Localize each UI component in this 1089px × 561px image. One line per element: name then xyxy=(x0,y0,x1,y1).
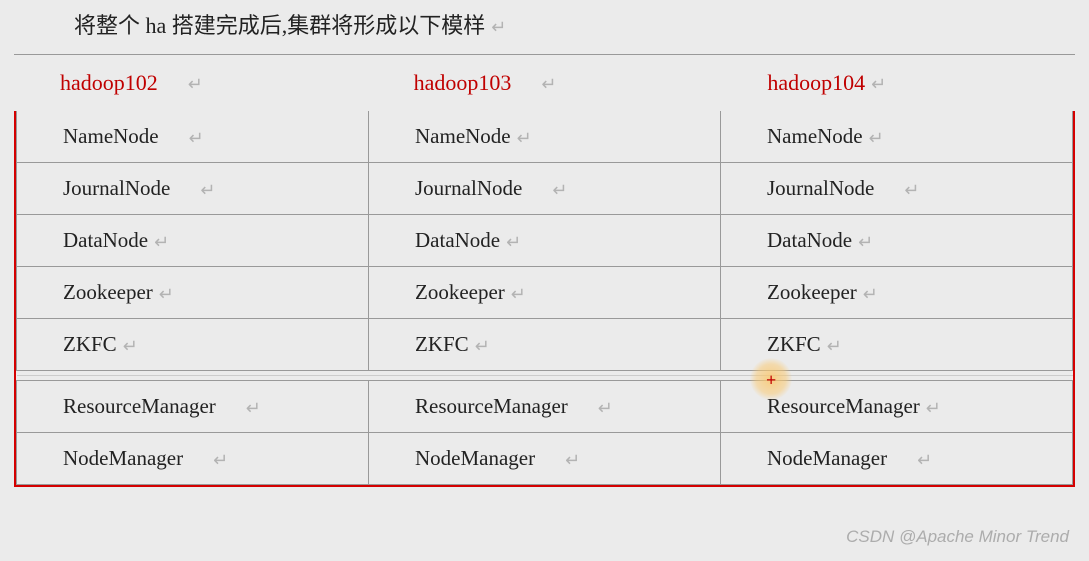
return-glyph: ↵ xyxy=(552,180,567,201)
table-row: ZKFC↵ ZKFC↵ ZKFC↵ xyxy=(17,319,1073,371)
header-cell-hadoop102: hadoop102↵ xyxy=(14,55,368,111)
return-glyph: ↵ xyxy=(541,74,556,95)
cell-journalnode-102: JournalNode↵ xyxy=(17,163,369,215)
return-glyph: ↵ xyxy=(863,284,878,305)
cell-resourcemanager-103: ResourceManager↵ xyxy=(369,381,721,433)
header-row: hadoop102↵ hadoop103↵ hadoop104↵ xyxy=(14,55,1075,111)
cell-zkfc-102: ZKFC↵ xyxy=(17,319,369,371)
cell-namenode-102: NameNode↵ xyxy=(17,111,369,163)
table-row: DataNode↵ DataNode↵ DataNode↵ xyxy=(17,215,1073,267)
return-glyph: ↵ xyxy=(858,232,873,253)
return-glyph: ↵ xyxy=(598,398,613,419)
return-glyph: ↵ xyxy=(517,128,532,149)
return-glyph: ↵ xyxy=(511,284,526,305)
return-glyph: ↵ xyxy=(869,128,884,149)
return-glyph: ↵ xyxy=(827,336,842,357)
return-glyph: ↵ xyxy=(213,450,228,471)
cell-datanode-103: DataNode↵ xyxy=(369,215,721,267)
return-glyph: ↵ xyxy=(491,17,506,38)
cell-namenode-104: NameNode↵ xyxy=(721,111,1073,163)
return-glyph: ↵ xyxy=(246,398,261,419)
header-cell-hadoop104: hadoop104↵ xyxy=(721,55,1075,111)
return-glyph: ↵ xyxy=(917,450,932,471)
cluster-table: NameNode↵ NameNode↵ NameNode↵ JournalNod… xyxy=(16,111,1073,485)
cursor-plus-icon: + xyxy=(766,370,776,391)
header-cell-hadoop103: hadoop103↵ xyxy=(368,55,722,111)
cell-nodemanager-104: NodeManager↵ xyxy=(721,433,1073,485)
cell-datanode-104: DataNode↵ xyxy=(721,215,1073,267)
cluster-header-table: hadoop102↵ hadoop103↵ hadoop104↵ xyxy=(14,55,1075,111)
return-glyph: ↵ xyxy=(904,180,919,201)
return-glyph: ↵ xyxy=(506,232,521,253)
return-glyph: ↵ xyxy=(565,450,580,471)
cell-zkfc-104: ZKFC↵ xyxy=(721,319,1073,371)
return-glyph: ↵ xyxy=(475,336,490,357)
return-glyph: ↵ xyxy=(926,398,941,419)
title-text: 将整个 ha 搭建完成后,集群将形成以下模样 xyxy=(74,13,485,38)
cell-journalnode-103: JournalNode↵ xyxy=(369,163,721,215)
cell-resourcemanager-102: ResourceManager↵ xyxy=(17,381,369,433)
table-row: NodeManager↵ NodeManager↵ NodeManager↵ xyxy=(17,433,1073,485)
table-row: ResourceManager↵ ResourceManager↵ Resour… xyxy=(17,381,1073,433)
return-glyph: ↵ xyxy=(123,336,138,357)
table-row: NameNode↵ NameNode↵ NameNode↵ xyxy=(17,111,1073,163)
cell-journalnode-104: JournalNode↵ xyxy=(721,163,1073,215)
spacer-cell xyxy=(17,371,1073,381)
watermark-text: CSDN @Apache Minor Trend xyxy=(846,527,1069,547)
return-glyph: ↵ xyxy=(871,74,886,95)
cell-datanode-102: DataNode↵ xyxy=(17,215,369,267)
cell-zookeeper-104: Zookeeper↵ xyxy=(721,267,1073,319)
return-glyph: ↵ xyxy=(189,128,204,149)
cell-namenode-103: NameNode↵ xyxy=(369,111,721,163)
cell-nodemanager-103: NodeManager↵ xyxy=(369,433,721,485)
document-title: 将整个 ha 搭建完成后,集群将形成以下模样 ↵ xyxy=(14,0,1075,55)
cell-zkfc-103: ZKFC↵ xyxy=(369,319,721,371)
table-row: JournalNode↵ JournalNode↵ JournalNode↵ xyxy=(17,163,1073,215)
table-row: Zookeeper↵ Zookeeper↵ Zookeeper↵ xyxy=(17,267,1073,319)
return-glyph: ↵ xyxy=(159,284,174,305)
spacer-row xyxy=(17,371,1073,381)
cluster-box: NameNode↵ NameNode↵ NameNode↵ JournalNod… xyxy=(14,111,1075,487)
cell-zookeeper-102: Zookeeper↵ xyxy=(17,267,369,319)
return-glyph: ↵ xyxy=(188,74,203,95)
cell-zookeeper-103: Zookeeper↵ xyxy=(369,267,721,319)
return-glyph: ↵ xyxy=(154,232,169,253)
return-glyph: ↵ xyxy=(200,180,215,201)
cell-nodemanager-102: NodeManager↵ xyxy=(17,433,369,485)
